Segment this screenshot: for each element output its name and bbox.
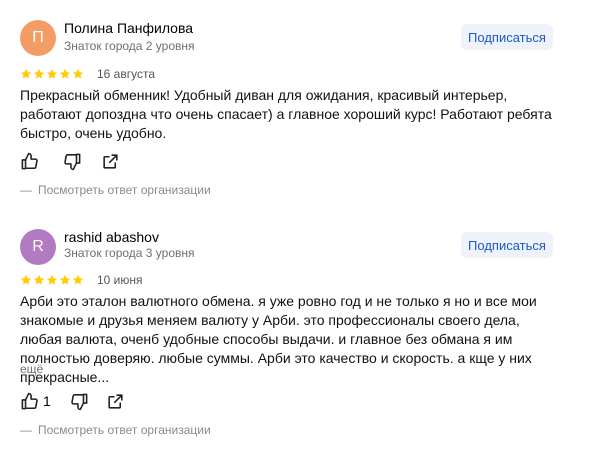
like-button[interactable] <box>20 152 43 171</box>
like-count: 1 <box>43 393 51 409</box>
share-button[interactable] <box>106 392 125 411</box>
thumb-up-icon <box>21 392 38 409</box>
subscribe-button[interactable]: Подписаться <box>461 232 553 258</box>
subscribe-button[interactable]: Подписаться <box>461 24 553 50</box>
org-reply-label: Посмотреть ответ организации <box>38 423 211 437</box>
star-icon <box>59 68 71 79</box>
like-button[interactable]: 1 <box>20 392 51 411</box>
review-card: R rashid abashov Знаток города 3 уровня … <box>0 229 592 458</box>
dislike-button[interactable] <box>70 392 89 411</box>
star-icon <box>72 68 84 79</box>
star-icon <box>33 68 45 79</box>
review-text: Прекрасный обменник! Удобный диван для о… <box>20 87 552 141</box>
review-actions <box>20 151 120 171</box>
rating-stars <box>20 274 84 286</box>
rating-stars <box>20 68 84 80</box>
avatar-letter: R <box>32 238 44 255</box>
org-reply-link[interactable]: — Посмотреть ответ организации <box>20 183 211 197</box>
star-icon <box>59 274 71 285</box>
star-icon <box>20 68 32 79</box>
star-icon <box>33 274 45 285</box>
review-date: 10 июня <box>97 273 143 287</box>
review-card: П Полина Панфилова Знаток города 2 уровн… <box>0 0 592 229</box>
author-name[interactable]: rashid abashov <box>64 229 159 245</box>
read-more-link[interactable]: ещё <box>20 362 43 376</box>
dash-icon: — <box>20 423 32 437</box>
org-reply-link[interactable]: — Посмотреть ответ организации <box>20 423 211 437</box>
share-icon <box>103 153 118 169</box>
thumb-down-icon <box>71 393 88 410</box>
review-text: Арби это эталон валютного обмена. я уже … <box>20 293 537 385</box>
avatar[interactable]: П <box>20 20 56 56</box>
review-date: 16 августа <box>97 67 156 81</box>
author-level: Знаток города 2 уровня <box>64 39 195 53</box>
star-icon <box>46 68 58 79</box>
org-reply-label: Посмотреть ответ организации <box>38 183 211 197</box>
review-actions: 1 <box>20 391 125 411</box>
star-icon <box>46 274 58 285</box>
dash-icon: — <box>20 183 32 197</box>
author-level: Знаток города 3 уровня <box>64 246 195 260</box>
avatar-letter: П <box>32 29 44 46</box>
author-name[interactable]: Полина Панфилова <box>64 20 193 36</box>
share-icon <box>108 393 123 409</box>
star-icon <box>72 274 84 285</box>
thumb-down-icon <box>64 153 81 170</box>
share-button[interactable] <box>101 152 120 171</box>
thumb-up-icon <box>21 152 38 169</box>
dislike-button[interactable] <box>63 152 82 171</box>
avatar[interactable]: R <box>20 229 56 265</box>
star-icon <box>20 274 32 285</box>
